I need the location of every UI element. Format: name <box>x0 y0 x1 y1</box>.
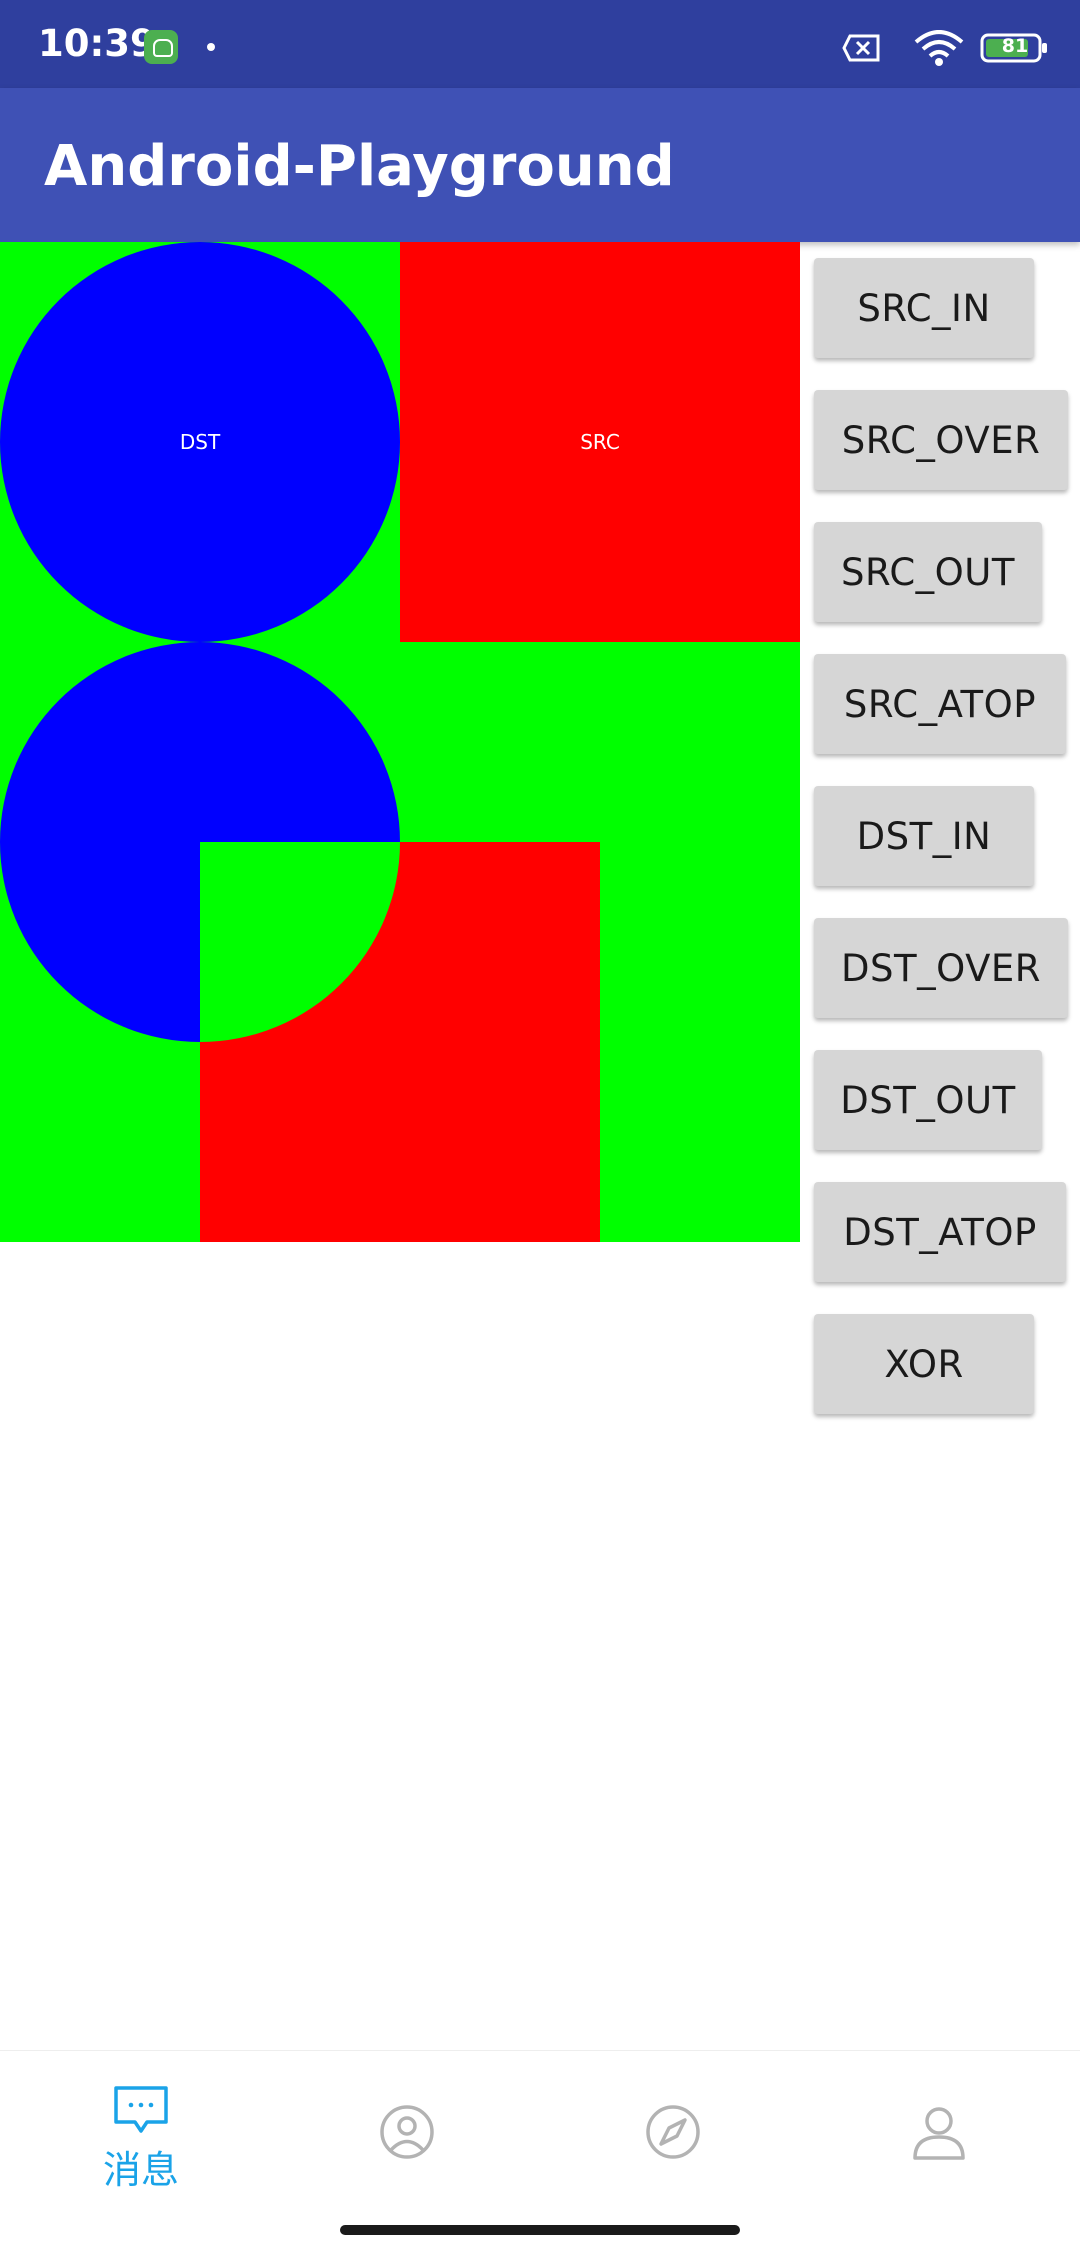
profile-icon <box>913 2107 965 2160</box>
home-indicator[interactable] <box>340 2225 740 2235</box>
app-bar: Android-Playground <box>0 88 1080 242</box>
xor-button[interactable]: XOR <box>814 1314 1034 1414</box>
contacts-icon <box>380 2105 434 2159</box>
battery-level: 81 <box>1001 35 1029 57</box>
src-label: SRC <box>580 430 620 454</box>
bottom-navigation: 消息 <box>0 2050 1080 2248</box>
wifi-icon <box>914 30 964 66</box>
dst-atop-button[interactable]: DST_ATOP <box>814 1182 1066 1282</box>
sim-off-icon <box>842 34 880 62</box>
compass-icon <box>646 2105 700 2159</box>
status-bar: 10:39 81 <box>0 0 1080 88</box>
dst-in-button[interactable]: DST_IN <box>814 786 1034 886</box>
tab-messages-label: 消息 <box>102 2148 179 2192</box>
dst-label: DST <box>180 430 221 454</box>
dst-out-button[interactable]: DST_OUT <box>814 1050 1042 1150</box>
src-out-button[interactable]: SRC_OUT <box>814 522 1042 622</box>
src-in-button[interactable]: SRC_IN <box>814 258 1034 358</box>
status-time: 10:39 <box>38 22 156 65</box>
tab-profile[interactable] <box>804 2051 1074 2201</box>
tab-discover[interactable] <box>538 2051 808 2201</box>
tab-messages[interactable]: 消息 <box>6 2051 276 2201</box>
src-atop-button[interactable]: SRC_ATOP <box>814 654 1066 754</box>
src-over-button[interactable]: SRC_OVER <box>814 390 1068 490</box>
tab-contacts[interactable] <box>272 2051 542 2201</box>
app-notification-icon <box>144 30 178 64</box>
app-title: Android-Playground <box>44 134 675 199</box>
xfermode-canvas: DST SRC <box>0 242 800 1242</box>
notification-dot <box>207 43 215 51</box>
message-icon <box>114 2086 168 2133</box>
dst-over-button[interactable]: DST_OVER <box>814 918 1068 1018</box>
